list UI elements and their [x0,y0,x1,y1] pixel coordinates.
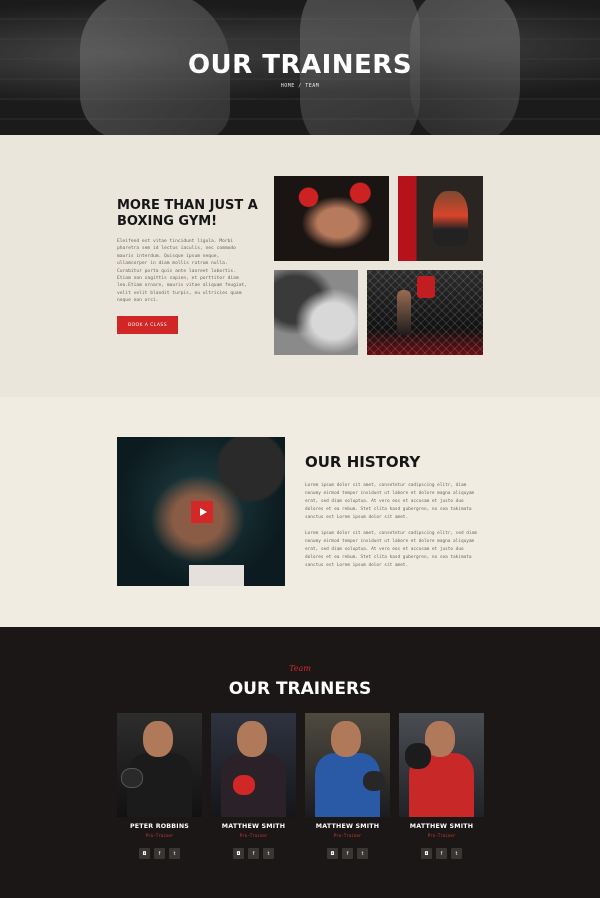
twitter-icon[interactable]: t [263,848,274,859]
trainer-social-links: ◘ f t [399,848,484,859]
trainer-role: Pro-Trainer [333,833,362,838]
facebook-icon[interactable]: f [436,848,447,859]
about-heading: MORE THAN JUST A BOXING GYM! [117,198,258,229]
trainer-social-links: ◘ f t [305,848,390,859]
trainer-role: Pro-Trainer [427,833,456,838]
page-title: OUR TRAINERS [187,50,413,80]
breadcrumb[interactable]: HOME / TEAM [0,83,600,89]
play-video-button[interactable] [191,501,213,523]
instagram-icon[interactable]: ◘ [421,848,432,859]
instagram-icon[interactable]: ◘ [139,848,150,859]
gallery-photo-sparring [274,270,358,355]
about-section: MORE THAN JUST A BOXING GYM! Eleifend es… [0,135,600,397]
book-class-button[interactable]: BOOK A CLASS [117,316,178,334]
trainer-role: Pro-Trainer [239,833,268,838]
trainers-heading: OUR TRAINERS [228,679,372,699]
trainer-name: MATTHEW SMITH [221,823,286,830]
history-paragraph-2: Lorem ipsum dolor sit amet, consetetur s… [305,531,477,568]
trainer-photo[interactable] [211,713,296,817]
history-heading: OUR HISTORY [305,453,421,471]
trainer-social-links: ◘ f t [211,848,296,859]
twitter-icon[interactable]: t [169,848,180,859]
facebook-icon[interactable]: f [342,848,353,859]
twitter-icon[interactable]: t [357,848,368,859]
history-section: OUR HISTORY Lorem ipsum dolor sit amet, … [0,397,600,627]
play-icon [199,508,207,516]
history-paragraph-1: Lorem ipsum dolor sit amet, consetetur s… [305,483,475,520]
section-script-label: Team [289,664,311,673]
trainer-card[interactable]: PETER ROBBINS Pro-Trainer ◘ f t [117,713,202,859]
facebook-icon[interactable]: f [154,848,165,859]
instagram-icon[interactable]: ◘ [233,848,244,859]
trainer-photo[interactable] [117,713,202,817]
kicker-figure [433,191,468,246]
fighter-figure [397,290,411,335]
trainer-name: MATTHEW SMITH [409,823,474,830]
gallery-photo-kick [398,176,483,261]
twitter-icon[interactable]: t [451,848,462,859]
about-paragraph: Eleifend est vitae tincidunt ligula. Mor… [117,239,247,304]
gallery-photo-boxer [274,176,389,261]
gallery-photo-cage [367,270,483,355]
facebook-icon[interactable]: f [248,848,259,859]
trainer-photo[interactable] [399,713,484,817]
trainer-role: Pro-Trainer [145,833,174,838]
instagram-icon[interactable]: ◘ [327,848,338,859]
hero-banner: OUR TRAINERS HOME / TEAM [0,0,600,135]
trainer-social-links: ◘ f t [117,848,202,859]
trainer-card[interactable]: MATTHEW SMITH Pro-Trainer ◘ f t [305,713,390,859]
trainer-name: MATTHEW SMITH [315,823,380,830]
trainer-card[interactable]: MATTHEW SMITH Pro-Trainer ◘ f t [211,713,296,859]
trainers-section: Team OUR TRAINERS PETER ROBBINS Pro-Trai… [0,627,600,898]
boxer-shorts-image [189,565,244,586]
trainer-photo[interactable] [305,713,390,817]
punching-bag-image [417,276,435,298]
trainer-card[interactable]: MATTHEW SMITH Pro-Trainer ◘ f t [399,713,484,859]
history-video[interactable] [117,437,285,586]
trainer-name: PETER ROBBINS [129,823,190,830]
